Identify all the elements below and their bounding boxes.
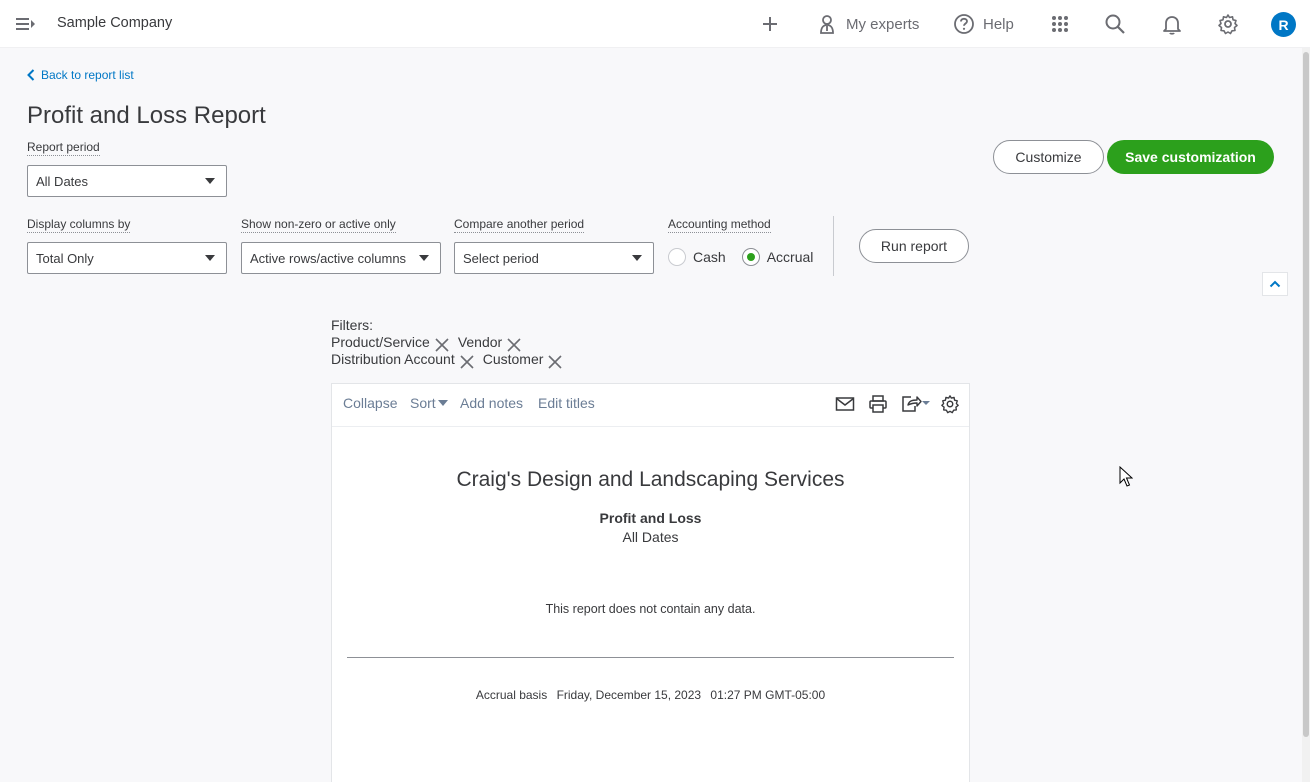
display-columns-value: Total Only <box>36 250 94 266</box>
report-company-name[interactable]: Craig's Design and Landscaping Services <box>332 468 969 492</box>
print-icon[interactable] <box>868 394 888 414</box>
non-zero-value: Active rows/active columns <box>250 250 407 266</box>
settings-icon[interactable] <box>940 394 960 414</box>
filter-chip: Product/Service <box>331 334 450 353</box>
filter-chip-label: Customer <box>482 351 544 367</box>
caret-down-icon <box>632 255 642 261</box>
sort-label: Sort <box>410 395 436 411</box>
remove-filter-icon[interactable] <box>547 354 563 370</box>
my-experts-button[interactable]: My experts <box>816 10 919 38</box>
filters-title: Filters: <box>331 317 373 333</box>
accounting-method-label[interactable]: Accounting method <box>668 217 771 233</box>
accrual-radio-label: Accrual <box>766 249 814 265</box>
apps-grid-icon <box>1052 16 1068 32</box>
search-button[interactable] <box>1104 10 1126 38</box>
new-button[interactable] <box>760 10 780 38</box>
email-icon[interactable] <box>835 396 855 412</box>
my-experts-label: My experts <box>846 15 920 33</box>
menu-toggle-icon[interactable] <box>14 14 38 34</box>
plus-icon <box>763 17 777 31</box>
chevron-up-icon <box>1269 280 1281 288</box>
display-columns-select[interactable]: Total Only <box>27 242 227 274</box>
caret-down-icon <box>205 255 215 261</box>
scrollbar-thumb[interactable] <box>1303 52 1309 737</box>
filter-chip: Distribution Account <box>331 351 475 370</box>
report-name[interactable]: Profit and Loss <box>332 510 969 526</box>
apps-button[interactable] <box>1050 10 1070 38</box>
expert-icon <box>820 15 834 34</box>
filters-row: Distribution Account Customer <box>331 351 571 370</box>
back-link-label: Back to report list <box>41 68 134 82</box>
collapse-options-button[interactable] <box>1262 272 1288 296</box>
filters-section: Filters: Product/Service Vendor Distribu… <box>331 317 571 370</box>
filter-chip-label: Vendor <box>457 334 503 350</box>
report-period-label[interactable]: Report period <box>27 140 100 156</box>
sort-dropdown[interactable]: Sort <box>410 395 448 411</box>
notifications-button[interactable] <box>1161 10 1183 38</box>
save-customization-button[interactable]: Save customization <box>1107 140 1274 174</box>
footer-date: Friday, December 15, 2023 <box>556 688 702 702</box>
report-period-value: All Dates <box>36 173 89 189</box>
filters-row: Product/Service Vendor <box>331 334 571 353</box>
filter-chip: Customer <box>482 351 564 370</box>
compare-period-value: Select period <box>463 250 539 266</box>
report-panel: Collapse Sort Add notes Edit titles Crai… <box>331 383 970 782</box>
collapse-link[interactable]: Collapse <box>343 395 397 411</box>
display-columns-label[interactable]: Display columns by <box>27 217 131 233</box>
radio-checked-icon <box>741 248 760 266</box>
help-icon <box>954 14 974 34</box>
cash-radio-label: Cash <box>693 249 726 265</box>
report-toolbar: Collapse Sort Add notes Edit titles <box>332 384 969 427</box>
bell-icon <box>1163 16 1181 35</box>
remove-filter-icon[interactable] <box>506 337 522 353</box>
non-zero-select[interactable]: Active rows/active columns <box>241 242 441 274</box>
company-name[interactable]: Sample Company <box>57 15 172 31</box>
export-icon[interactable] <box>900 394 932 414</box>
remove-filter-icon[interactable] <box>459 354 475 370</box>
caret-down-icon <box>419 255 429 261</box>
filter-chip-label: Distribution Account <box>331 351 455 367</box>
footer-time: 01:27 PM GMT-05:00 <box>710 688 826 702</box>
divider <box>347 657 954 658</box>
divider <box>833 216 834 276</box>
accrual-radio[interactable]: Accrual <box>741 248 814 266</box>
settings-button[interactable] <box>1217 10 1239 38</box>
remove-filter-icon[interactable] <box>434 337 450 353</box>
search-icon <box>1105 14 1125 34</box>
cash-radio[interactable]: Cash <box>668 248 726 266</box>
run-report-button[interactable]: Run report <box>859 229 969 263</box>
report-period: All Dates <box>622 529 679 545</box>
compare-period-select[interactable]: Select period <box>454 242 654 274</box>
caret-down-icon <box>205 178 215 184</box>
caret-down-icon <box>437 400 448 406</box>
non-zero-label[interactable]: Show non-zero or active only <box>241 217 396 233</box>
accounting-method-radio-group: Cash Accrual <box>668 248 813 266</box>
report-period-select[interactable]: All Dates <box>27 165 227 197</box>
empty-report-message: This report does not contain any data. <box>545 602 756 616</box>
report-footer: Accrual basis Friday, December 15, 2023 … <box>332 688 969 702</box>
chevron-left-icon <box>27 69 35 81</box>
edit-titles-link[interactable]: Edit titles <box>538 395 595 411</box>
gear-icon <box>1218 14 1238 35</box>
radio-circle-icon <box>668 248 686 266</box>
help-button[interactable]: Help <box>953 10 1014 38</box>
footer-basis: Accrual basis <box>475 688 548 702</box>
filter-chip-label: Product/Service <box>331 334 430 350</box>
user-avatar[interactable]: R <box>1271 12 1296 37</box>
customize-button[interactable]: Customize <box>993 140 1104 174</box>
add-notes-link[interactable]: Add notes <box>460 395 523 411</box>
back-to-report-list-link[interactable]: Back to report list <box>27 68 134 82</box>
mouse-pointer-icon <box>1119 466 1133 487</box>
compare-period-label[interactable]: Compare another period <box>454 217 585 233</box>
top-navigation-bar: Sample Company My experts Help R <box>0 0 1310 48</box>
help-label: Help <box>983 15 1014 33</box>
page-title: Profit and Loss Report <box>27 102 266 129</box>
filter-chip: Vendor <box>457 334 522 353</box>
